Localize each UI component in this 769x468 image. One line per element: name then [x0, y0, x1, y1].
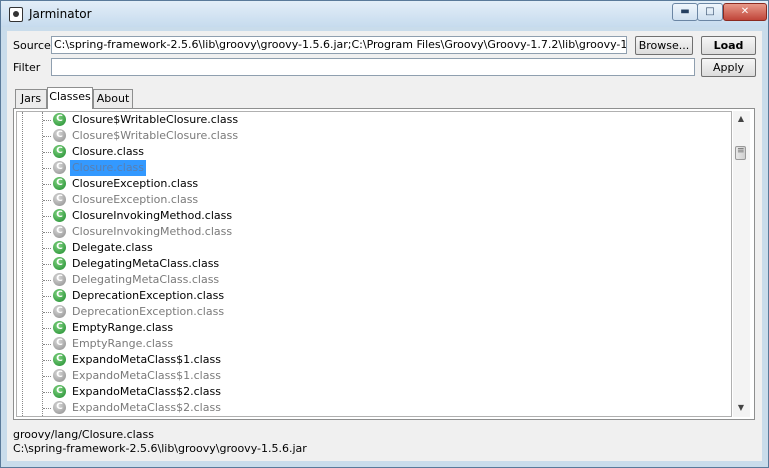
tree-item[interactable]: C ClosureException.class [17, 176, 731, 192]
tree-item[interactable]: C ClosureInvokingMethod.class [17, 208, 731, 224]
tree-item[interactable]: C ClosureException.class [17, 192, 731, 208]
tree-item[interactable]: C ExpandoMetaClass$2.class [17, 400, 731, 416]
status-jar-path: C:\spring-framework-2.5.6\lib\groovy\gro… [13, 442, 307, 455]
maximize-button[interactable]: □ [697, 3, 723, 21]
tree-item[interactable]: C Closure$WritableClosure.class [17, 128, 731, 144]
filter-label: Filter [13, 61, 41, 74]
classes-panel: C Closure$WritableClosure.class C Closure$W… [13, 108, 755, 420]
class-icon: C [53, 225, 66, 238]
tree-item[interactable]: C ExpandoMetaClass$1.class [17, 352, 731, 368]
class-icon: C [53, 257, 66, 270]
class-tree[interactable]: C Closure$WritableClosure.class C Closure$W… [16, 111, 732, 417]
tree-item-label: DeprecationException.class [72, 305, 225, 318]
title-bar[interactable]: Jarminator ▬ □ ✕ [1, 1, 768, 27]
source-input[interactable]: C:\spring-framework-2.5.6\lib\groovy\gro… [51, 36, 627, 54]
tree-item[interactable]: C DelegatingMetaClass.class [17, 256, 731, 272]
class-icon: C [53, 289, 66, 302]
tree-item-label: Closure$WritableClosure.class [72, 129, 239, 142]
tree-item-label: ExpandoMetaClass$2.class [72, 385, 221, 398]
class-icon: C [53, 193, 66, 206]
class-icon: C [53, 113, 66, 126]
tree-item[interactable]: C Delegate.class [17, 240, 731, 256]
class-icon: C [53, 321, 66, 334]
class-icon: C [53, 369, 66, 382]
window-title: Jarminator [29, 7, 92, 21]
tree-item-label: DelegatingMetaClass.class [72, 273, 220, 286]
app-window: Jarminator ▬ □ ✕ Source C:\spring-framew… [0, 0, 769, 468]
tree-item[interactable]: C EmptyRange.class [17, 336, 731, 352]
jar-icon [9, 7, 23, 22]
tree-item[interactable]: C DeprecationException.class [17, 304, 731, 320]
class-icon: C [53, 337, 66, 350]
browse-button[interactable]: Browse... [635, 36, 693, 55]
class-icon: C [53, 401, 66, 414]
load-button[interactable]: Load [701, 36, 756, 55]
tree-item-label: ClosureInvokingMethod.class [72, 225, 233, 238]
minimize-button[interactable]: ▬ [672, 3, 698, 21]
tab-jars[interactable]: Jars [15, 89, 47, 108]
scroll-up-icon[interactable]: ▲ [736, 114, 746, 124]
source-label: Source [13, 39, 51, 52]
tree-item-label: ClosureException.class [72, 177, 199, 190]
tree-item-label: ExpandoMetaClass$2.class [72, 401, 221, 414]
tree-item-label: DelegatingMetaClass.class [72, 257, 220, 270]
class-icon: C [53, 241, 66, 254]
tree-item[interactable]: C Closure$WritableClosure.class [17, 112, 731, 128]
class-icon: C [53, 145, 66, 158]
class-icon: C [53, 305, 66, 318]
close-icon: ✕ [740, 6, 750, 17]
class-icon: C [53, 385, 66, 398]
tree-item[interactable]: C DelegatingMetaClass.class [17, 272, 731, 288]
scroll-thumb[interactable] [735, 146, 746, 160]
tree-item-label: ExpandoMetaClass$1.class [72, 353, 221, 366]
apply-button[interactable]: Apply [701, 58, 756, 77]
class-icon: C [53, 273, 66, 286]
vertical-scrollbar[interactable]: ▲ ▼ [733, 111, 750, 417]
class-icon: C [53, 161, 66, 174]
minimize-icon: ▬ [680, 6, 690, 17]
tree-item-label: Closure$WritableClosure.class [72, 113, 239, 126]
close-button[interactable]: ✕ [723, 3, 767, 21]
tree-item[interactable]: C ClosureInvokingMethod.class [17, 224, 731, 240]
tree-item-label: Closure.class [72, 145, 145, 158]
tree-item[interactable]: C ExpandoMetaClass$2.class [17, 384, 731, 400]
status-class-path: groovy/lang/Closure.class [13, 428, 154, 441]
tab-classes[interactable]: Classes [47, 87, 93, 109]
tree-item[interactable]: C ExpandoMetaClass$1.class [17, 368, 731, 384]
tree-item-label: Delegate.class [72, 241, 153, 254]
class-icon: C [53, 209, 66, 222]
tree-item-label: DeprecationException.class [72, 289, 225, 302]
tab-about[interactable]: About [93, 89, 133, 108]
tree-item-label: EmptyRange.class [72, 337, 174, 350]
tree-item[interactable]: C Closure.class [17, 144, 731, 160]
tree-item-label: Closure.class [70, 160, 147, 176]
class-icon: C [53, 353, 66, 366]
scroll-down-icon[interactable]: ▼ [736, 403, 746, 413]
main-panel: Source C:\spring-framework-2.5.6\lib\gro… [7, 31, 762, 461]
tree-item-label: EmptyRange.class [72, 321, 174, 334]
tree-item[interactable]: C DeprecationException.class [17, 288, 731, 304]
tree-item-label: ClosureException.class [72, 193, 199, 206]
tree-item[interactable]: C EmptyRange.class [17, 320, 731, 336]
tree-item-label: ClosureInvokingMethod.class [72, 209, 233, 222]
class-icon: C [53, 129, 66, 142]
tree-item-label: ExpandoMetaClass$1.class [72, 369, 221, 382]
class-icon: C [53, 177, 66, 190]
maximize-icon: □ [705, 6, 715, 17]
filter-input[interactable] [51, 58, 695, 76]
tree-item[interactable]: C Closure.class [17, 160, 731, 176]
